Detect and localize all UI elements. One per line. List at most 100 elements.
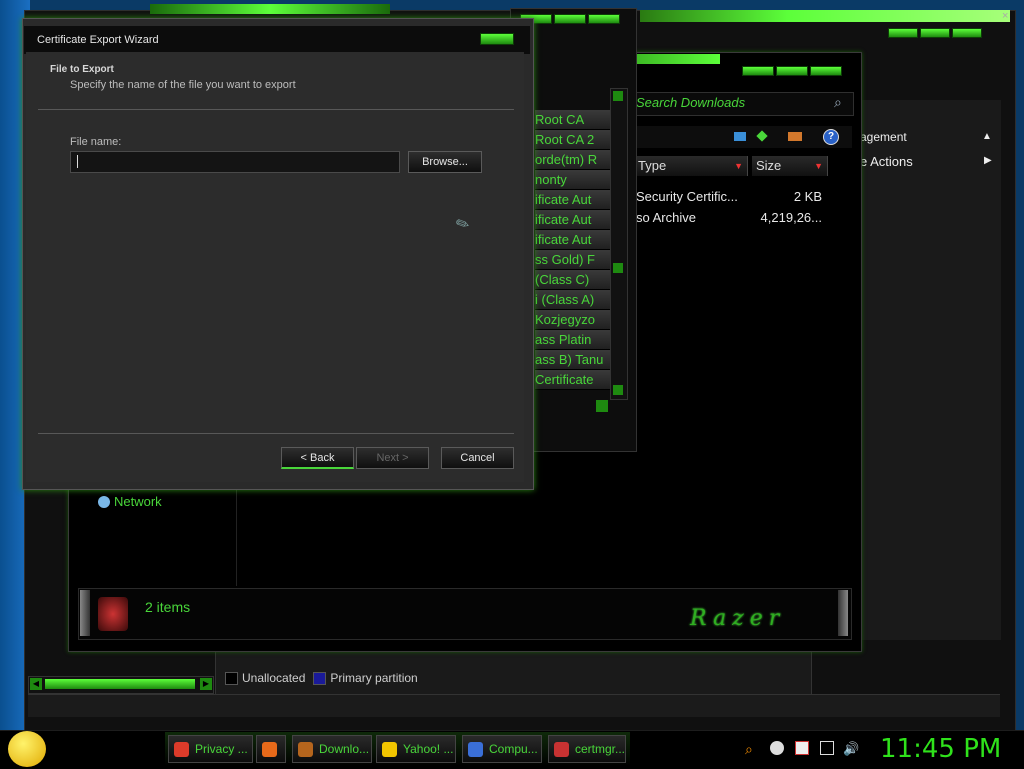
certificate-row[interactable]: nonty [535, 170, 611, 190]
taskbar-button-label: Downlo... [319, 742, 370, 756]
back-button[interactable]: < Back [281, 447, 354, 469]
folder-options-icon[interactable] [788, 132, 802, 141]
certificate-row[interactable]: Certificate [535, 370, 611, 390]
disk-legend: Unallocated Primary partition [225, 671, 418, 686]
column-label: Type [638, 158, 667, 173]
dialog-top-glow [150, 4, 390, 14]
computer-management-titlebar [640, 10, 1010, 22]
certificate-row[interactable]: ificate Aut [535, 210, 611, 230]
vertical-scrollbar[interactable] [610, 88, 628, 400]
search-icon[interactable]: ⌕ [834, 94, 842, 111]
messenger-tray-icon[interactable] [770, 741, 784, 755]
search-tray-icon[interactable]: ⌕ [745, 741, 759, 757]
next-button[interactable]: Next > [356, 447, 429, 469]
chevron-right-icon[interactable]: ▶ [984, 155, 992, 166]
scroll-up-icon[interactable] [613, 91, 623, 101]
folder-icon [98, 597, 128, 631]
action-center-flag-icon[interactable] [795, 741, 809, 755]
certificate-row[interactable]: ass Platin [535, 330, 611, 350]
browse-button[interactable]: Browse... [408, 151, 482, 173]
taskbar-button[interactable]: Downlo... [292, 735, 372, 763]
actions-pane-item[interactable]: e Actions [860, 154, 913, 169]
maximize-button[interactable] [776, 66, 808, 76]
scrollbar-thumb[interactable] [45, 679, 195, 689]
file-row-type[interactable]: so Archive [636, 210, 696, 225]
preview-pane-icon[interactable] [756, 130, 768, 142]
column-header-type[interactable]: Type ▼ [634, 156, 748, 176]
legend-primary: Primary partition [313, 671, 418, 686]
certificate-row[interactable]: ass B) Tanu [535, 350, 611, 370]
taskbar-button-label: Compu... [489, 742, 538, 756]
views-icon[interactable] [734, 132, 746, 141]
certificate-row[interactable]: (Class C) [535, 270, 611, 290]
column-label: Size [756, 158, 782, 173]
legend-label: Unallocated [242, 671, 306, 685]
file-row-size: 2 KB [793, 189, 822, 204]
help-icon[interactable]: ? [823, 129, 839, 145]
start-button-smiley-icon[interactable] [8, 731, 46, 767]
status-bar [28, 694, 1000, 717]
certmgr-window-controls[interactable] [520, 14, 620, 24]
network-icon [98, 495, 110, 508]
wizard-page-heading: File to Export [50, 64, 114, 75]
certificate-row[interactable]: Root CA [535, 110, 611, 130]
close-button[interactable] [952, 28, 982, 38]
volume-icon[interactable]: 🔊 [843, 741, 859, 756]
network-tray-icon[interactable] [820, 741, 834, 755]
certificate-row[interactable]: Root CA 2 [535, 130, 611, 150]
collapse-up-icon[interactable]: ▲ [982, 131, 992, 142]
taskbar-button-label: Privacy ... [195, 742, 248, 756]
taskbar-button[interactable]: certmgr... [548, 735, 626, 763]
nav-item-network[interactable]: Network [98, 494, 162, 509]
chrome-icon [174, 742, 189, 757]
certificate-row[interactable]: ss Gold) F [535, 250, 611, 270]
razer-logo: Razer [690, 606, 786, 631]
primary-swatch [313, 672, 327, 686]
file-name-input[interactable] [70, 151, 400, 173]
certificate-row[interactable]: ificate Aut [535, 230, 611, 250]
cancel-button[interactable]: Cancel [441, 447, 514, 469]
file-name-label: File name: [70, 136, 122, 148]
file-row-size: 4,219,26... [760, 210, 822, 225]
scroll-right-icon[interactable] [596, 400, 608, 412]
certificate-row[interactable]: orde(tm) R [535, 150, 611, 170]
search-input[interactable]: Search Downloads [636, 95, 745, 110]
system-clock[interactable]: 11:45 PM [880, 734, 1001, 764]
maximize-button[interactable] [920, 28, 950, 38]
minimize-button[interactable] [742, 66, 774, 76]
column-headers: Type ▼ Size ▼ [620, 156, 852, 176]
sort-arrow-icon[interactable]: ▼ [734, 156, 743, 176]
text-cursor [77, 155, 78, 168]
sort-arrow-icon[interactable]: ▼ [814, 156, 823, 176]
minimize-button[interactable] [888, 28, 918, 38]
taskbar-button[interactable]: Yahoo! ... [376, 735, 456, 763]
close-button[interactable] [588, 14, 620, 24]
taskbar-button[interactable]: Compu... [462, 735, 542, 763]
taskbar-button[interactable] [256, 735, 286, 763]
taskbar-button-label: certmgr... [575, 742, 626, 756]
certificate-row[interactable]: i (Class A) [535, 290, 611, 310]
certificate-row[interactable]: Kozjegyzo [535, 310, 611, 330]
dialog-title: Certificate Export Wizard [37, 34, 159, 46]
certificate-row[interactable]: ificate Aut [535, 190, 611, 210]
dialog-close-button[interactable] [480, 33, 514, 45]
command-bar: ? [620, 126, 852, 148]
scrollbar-thumb[interactable] [613, 263, 623, 273]
unallocated-swatch [225, 672, 238, 686]
scroll-right-icon[interactable]: ▶ [200, 678, 212, 690]
firefox-icon [262, 742, 277, 757]
horizontal-scrollbar[interactable]: ◀ ▶ [28, 676, 214, 694]
computer-management-window-controls[interactable] [888, 28, 988, 40]
scroll-left-icon[interactable]: ◀ [30, 678, 42, 690]
nav-item-label: Network [114, 494, 162, 509]
column-header-size[interactable]: Size ▼ [752, 156, 828, 176]
window-close-x-icon[interactable]: × [1002, 10, 1010, 24]
details-pane-edge [80, 590, 90, 636]
taskbar-button[interactable]: Privacy ... [168, 735, 253, 763]
downloads-window-controls[interactable] [742, 66, 842, 78]
maximize-button[interactable] [554, 14, 586, 24]
close-button[interactable] [810, 66, 842, 76]
actions-pane-item[interactable]: agement [860, 130, 907, 144]
scroll-down-icon[interactable] [613, 385, 623, 395]
divider [38, 109, 514, 110]
